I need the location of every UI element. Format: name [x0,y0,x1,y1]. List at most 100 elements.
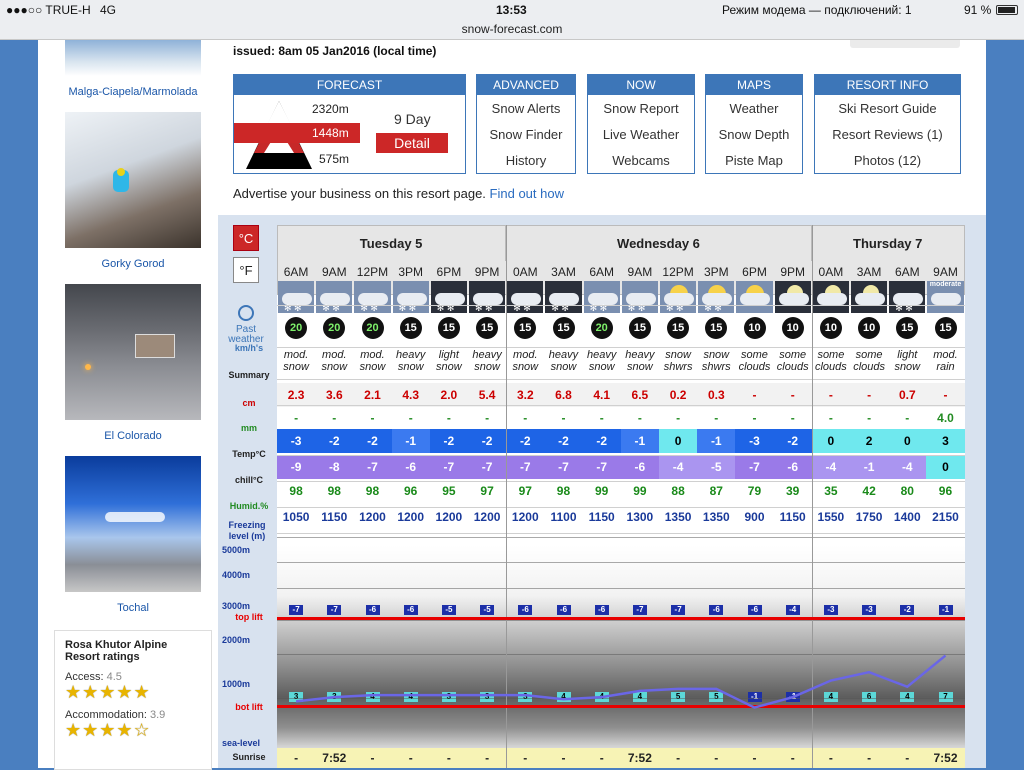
humidity-value: 99 [595,484,609,498]
row-label-top-lift: top lift [235,612,263,622]
bottom-lift-temp: 4 [556,692,571,702]
battery-icon [996,5,1018,15]
resort-thumbnail[interactable] [65,456,201,592]
top-lift-temp: -2 [900,605,915,615]
humidity-value: 87 [709,484,723,498]
freezing-level: 1200 [511,510,539,524]
row-label-snow: cm [242,398,256,408]
summary-text: light snow [436,349,462,373]
wind-chill-cell: -7 [468,455,507,479]
snow-amount: 4.3 [391,383,430,407]
snow-amount: 0.7 [888,383,927,407]
snow-amount: - [850,383,889,407]
snow-depth-link[interactable]: Snow Depth [706,127,802,147]
cloud-icon [740,293,771,305]
freezing-level: 1200 [397,510,425,524]
photos-link[interactable]: Photos (12) [815,153,960,173]
webcams-link[interactable]: Webcams [588,153,694,173]
wind-speed-badge: 10 [858,317,881,339]
forecast-header[interactable]: FORECAST [234,75,465,95]
wind-speed-badge: 15 [552,317,575,339]
skier-helmet [117,168,125,176]
advertise-text: Advertise your business on this resort p… [233,186,564,201]
grid-line [277,481,965,482]
humidity-value: 97 [480,484,494,498]
time-label: 12PM [356,265,389,279]
resort-link[interactable]: Tochal [38,602,228,614]
fahrenheit-button[interactable]: °F [233,257,259,283]
temperature-cell: -1 [697,429,736,453]
detail-button[interactable]: Detail [376,133,448,153]
time-label: 9AM [627,265,653,279]
elevation-top[interactable]: 2320m [312,102,349,116]
bottom-lift-temp: 4 [823,692,838,702]
row-label-temp: Temp°C [232,449,266,459]
resort-info-header: RESORT INFO [815,75,960,95]
day-header: Tuesday 5 [277,225,507,261]
weather-icon-snow: ✻ ✻ [278,281,315,313]
rain-amount: - [867,411,872,425]
humidity-value: 39 [786,484,800,498]
freezing-level: 1300 [626,510,654,524]
summary-text: mod. snow [321,349,348,373]
bottom-lift-temp: 4 [403,692,418,702]
tethering-status: Режим модема — подключений: 1 [722,3,912,17]
resort-link[interactable]: El Colorado [38,430,228,442]
humidity-value: 95 [442,484,456,498]
clock-icon[interactable] [238,305,254,321]
wind-speed-badge: 20 [285,317,308,339]
altitude-gridline [277,654,965,655]
forecast-grid: Tuesday 5 Wednesday 6 Thursday 7 6AM ✻ ✻ 20 mo… [277,225,965,768]
ratings-title: Rosa Khutor Alpine Resort ratings [65,639,168,663]
weather-map-link[interactable]: Weather [706,101,802,121]
temperature-cell: -1 [620,429,659,453]
grid-line [277,507,965,508]
ski-resort-guide-link[interactable]: Ski Resort Guide [815,101,960,121]
history-link[interactable]: History [477,153,575,173]
resort-link[interactable]: Malga-Ciapela/Marmolada [38,86,228,98]
wind-speed-badge: 10 [781,317,804,339]
wind-chill-cell: -7 [582,455,621,479]
weather-icon-snow: ✻ ✻ [583,281,620,313]
snow-amount: - [735,383,774,407]
wind-speed-badge: 15 [399,317,422,339]
find-out-how-link[interactable]: Find out how [490,186,564,201]
grid-line [277,379,965,380]
top-lift-temp: -6 [594,605,609,615]
summary-text: heavy snow [472,349,502,373]
url-bar[interactable]: snow-forecast.com [0,20,1024,40]
resort-thumbnail[interactable] [65,284,201,420]
elevation-mid[interactable]: 1448m [312,126,349,140]
snow-amount: 5.4 [468,383,507,407]
resort-reviews-link[interactable]: Resort Reviews (1) [815,127,960,147]
wind-chill-cell: -5 [697,455,736,479]
resort-thumbnail[interactable] [65,40,201,76]
wind-chill-cell: -6 [391,455,430,479]
snow-finder-link[interactable]: Snow Finder [477,127,575,147]
temperature-cell: 2 [850,429,889,453]
bottom-lift-temp: 5 [671,692,686,702]
battery-percent: 91 % [964,3,992,17]
weather-icon-sun-snow: ✻ ✻ [660,281,697,313]
summary-text: mod. rain [933,349,958,373]
temperature-cell: -2 [582,429,621,453]
resort-thumbnail[interactable] [65,112,201,248]
row-label-rain: mm [240,423,257,433]
live-weather-link[interactable]: Live Weather [588,127,694,147]
celsius-button[interactable]: °C [233,225,259,251]
snow-alerts-link[interactable]: Snow Alerts [477,101,575,121]
snow-report-link[interactable]: Snow Report [588,101,694,121]
resort-link[interactable]: Gorky Gorod [38,258,228,270]
humidity-value: 98 [556,484,571,498]
rain-amount: - [561,411,566,425]
accommodation-value: 3.9 [150,709,166,721]
sunrise-time: - [828,751,833,765]
piste-map-link[interactable]: Piste Map [706,153,802,173]
snow-amount: 3.2 [506,383,545,407]
elevation-bottom[interactable]: 575m [319,152,349,166]
top-lift-temp: -5 [480,605,495,615]
wind-chill-cell: -7 [429,455,468,479]
temperature-cell: 0 [811,429,850,453]
past-weather-link[interactable]: Past weather [218,325,274,345]
sunrise-time: - [752,751,757,765]
